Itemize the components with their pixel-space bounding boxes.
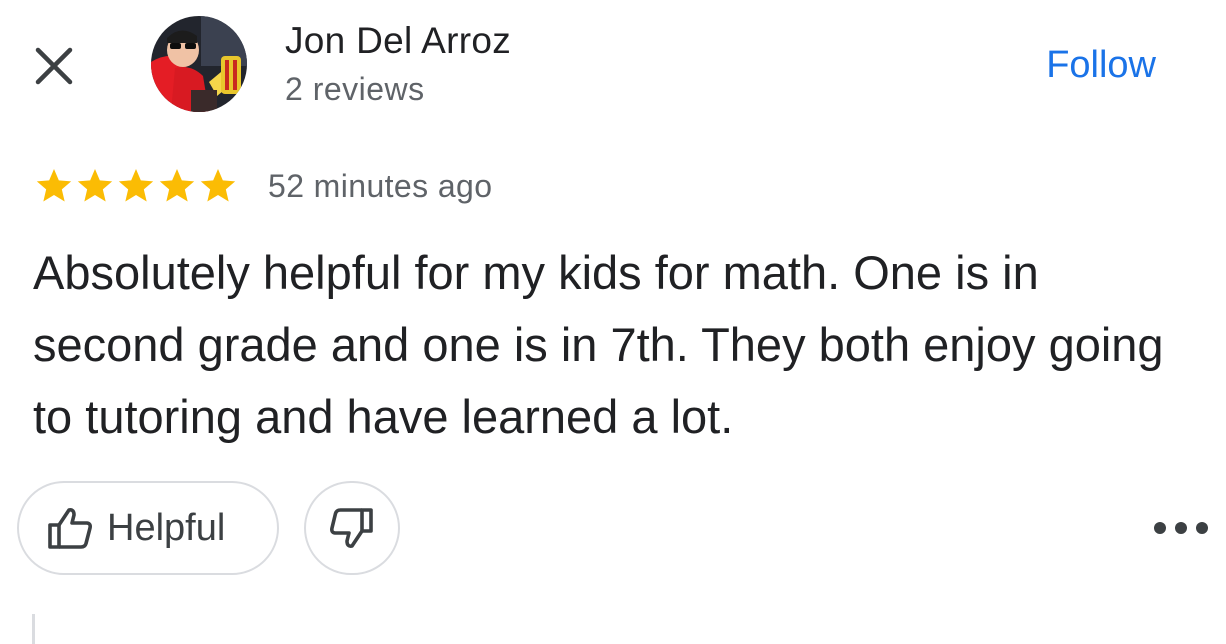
- star-icon: [200, 169, 236, 202]
- more-options-icon: [1154, 522, 1166, 534]
- star-rating: [34, 166, 238, 206]
- more-options-icon: [1196, 522, 1208, 534]
- more-options-button[interactable]: [1154, 512, 1208, 544]
- star-icon: [159, 169, 195, 202]
- star-icon: [118, 169, 154, 202]
- reviewer-review-count: 2 reviews: [285, 71, 425, 107]
- star-icon: [36, 169, 72, 202]
- follow-button[interactable]: Follow: [1046, 44, 1156, 87]
- helpful-label: Helpful: [107, 506, 226, 549]
- thumbs-up-icon: [48, 508, 92, 549]
- avatar-image: [151, 16, 247, 112]
- helpful-button[interactable]: Helpful: [17, 481, 279, 575]
- rating-row: 52 minutes ago: [34, 166, 492, 206]
- close-button[interactable]: [28, 40, 80, 92]
- avatar[interactable]: [151, 16, 247, 112]
- thumbs-down-icon: [330, 508, 373, 548]
- close-icon: [35, 47, 73, 85]
- reviewer-name[interactable]: Jon Del Arroz: [285, 20, 511, 62]
- reply-thread-line: [32, 614, 35, 644]
- review-text: Absolutely helpful for my kids for math.…: [33, 246, 1164, 443]
- not-helpful-button[interactable]: [304, 481, 400, 575]
- review-timestamp: 52 minutes ago: [268, 167, 493, 204]
- star-icon: [77, 169, 113, 202]
- more-options-icon: [1175, 522, 1187, 534]
